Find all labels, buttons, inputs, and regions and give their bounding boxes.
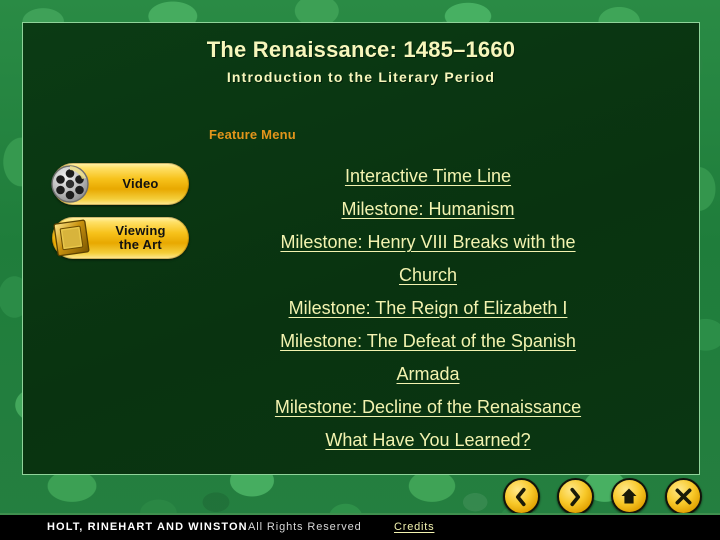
menu-link-milestone-decline[interactable]: Milestone: Decline of the Renaissance xyxy=(275,397,581,417)
menu-row: Armada xyxy=(196,358,660,391)
menu-link-milestone-henry-viii-cont[interactable]: Church xyxy=(399,265,457,285)
menu-row: Interactive Time Line xyxy=(196,160,660,193)
page-subtitle: Introduction to the Literary Period xyxy=(226,69,496,85)
menu-link-milestone-henry-viii[interactable]: Milestone: Henry VIII Breaks with the xyxy=(280,232,575,252)
menu-link-what-have-you-learned[interactable]: What Have You Learned? xyxy=(325,430,530,450)
page-title: The Renaissance: 1485–1660 xyxy=(206,37,516,62)
title-block: The Renaissance: 1485–1660 Introduction … xyxy=(23,37,699,87)
art-button-label-line2: the Art xyxy=(119,237,162,252)
menu-row: Milestone: The Reign of Elizabeth I xyxy=(196,292,660,325)
slide-stage: The Renaissance: 1485–1660 Introduction … xyxy=(0,0,720,540)
publisher-name: HOLT, RINEHART AND WINSTON xyxy=(47,521,248,533)
viewing-the-art-button[interactable]: Viewing the Art xyxy=(52,217,189,259)
rights-text: All Rights Reserved xyxy=(248,521,362,533)
chevron-right-icon xyxy=(556,478,594,515)
video-button-label-line1: Video xyxy=(122,176,159,191)
menu-row: What Have You Learned? xyxy=(196,424,660,457)
menu-row: Milestone: Henry VIII Breaks with the xyxy=(196,226,660,259)
credits-link[interactable]: Credits xyxy=(394,521,434,533)
chevron-left-icon xyxy=(502,478,540,515)
menu-link-interactive-time-line[interactable]: Interactive Time Line xyxy=(345,166,511,186)
feature-menu-heading: Feature Menu xyxy=(209,127,296,142)
close-x-icon xyxy=(664,478,702,515)
menu-row: Milestone: The Defeat of the Spanish xyxy=(196,325,660,358)
menu-link-milestone-spanish-armada-cont[interactable]: Armada xyxy=(396,364,459,384)
art-button-label-line1: Viewing xyxy=(115,223,166,238)
video-button[interactable]: Video xyxy=(51,163,189,205)
menu-link-milestone-humanism[interactable]: Milestone: Humanism xyxy=(341,199,514,219)
picture-frame-icon xyxy=(48,216,96,260)
home-icon xyxy=(610,478,648,514)
film-reel-icon xyxy=(48,162,96,206)
viewing-the-art-button-label: Viewing the Art xyxy=(98,217,183,259)
menu-link-milestone-spanish-armada[interactable]: Milestone: The Defeat of the Spanish xyxy=(280,331,576,351)
menu-row: Milestone: Decline of the Renaissance xyxy=(196,391,660,424)
footer-bar: HOLT, RINEHART AND WINSTON All Rights Re… xyxy=(0,513,720,540)
menu-row: Milestone: Humanism xyxy=(196,193,660,226)
menu-row: Church xyxy=(196,259,660,292)
menu-link-milestone-elizabeth-i[interactable]: Milestone: The Reign of Elizabeth I xyxy=(289,298,568,318)
video-button-label: Video xyxy=(98,163,183,205)
feature-menu-list: Interactive Time Line Milestone: Humanis… xyxy=(196,160,660,457)
